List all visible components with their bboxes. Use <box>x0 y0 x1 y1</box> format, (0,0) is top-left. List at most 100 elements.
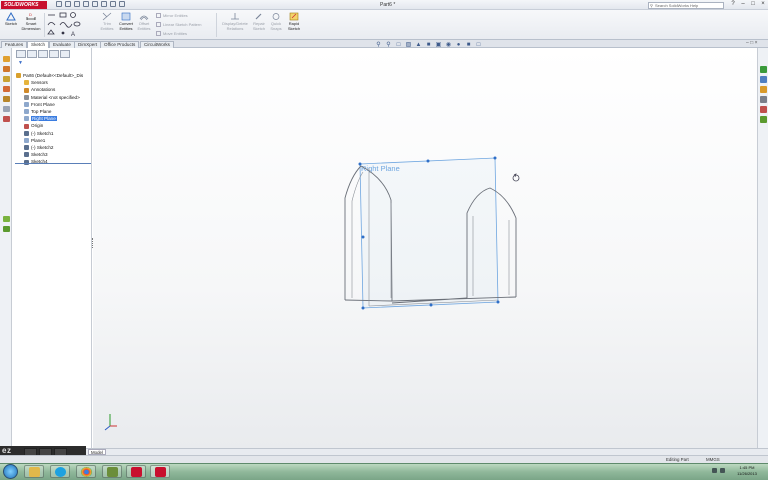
linear-pattern-button[interactable]: Linear Sketch Pattern <box>156 22 201 28</box>
network-icon[interactable] <box>712 468 717 473</box>
tree-item[interactable]: Material <not specified> <box>24 94 80 101</box>
start-button[interactable] <box>3 464 18 479</box>
taskbar-explorer[interactable] <box>24 465 44 478</box>
search-input[interactable]: ⚲ Search SolidWorks Help <box>648 2 724 9</box>
taskbar-skype[interactable] <box>50 465 70 478</box>
rebuild-icon[interactable] <box>110 1 116 7</box>
smart-dimension-icon[interactable] <box>3 56 10 62</box>
taskbar-chrome[interactable] <box>76 465 96 478</box>
taskbar-minecraft[interactable] <box>102 465 122 478</box>
display-manager-tab-icon[interactable] <box>60 50 70 58</box>
chamfer-icon[interactable] <box>3 96 10 102</box>
tab-evaluate[interactable]: Evaluate <box>49 41 75 48</box>
tab-dimxpert[interactable]: DimXpert <box>74 41 102 48</box>
tree-item-icon <box>24 102 29 108</box>
linear-pattern-icon <box>156 22 161 28</box>
apply-scene-icon[interactable]: ■ <box>465 42 472 49</box>
tree-item[interactable]: Top Plane <box>24 108 51 115</box>
dimxpert-tab-icon[interactable] <box>49 50 59 58</box>
graphics-area[interactable]: Right Plane <box>93 48 757 448</box>
tree-item[interactable]: (-) Sketch2 <box>24 144 53 151</box>
tree-item[interactable]: Part6 (Default<<Default>_Dis <box>16 72 83 79</box>
tree-item-icon <box>24 152 29 158</box>
new-document-icon[interactable] <box>56 1 62 7</box>
feature-manager-tab-icon[interactable] <box>16 50 26 58</box>
tree-item[interactable]: Sketch4 <box>24 158 48 165</box>
view-palette-icon[interactable] <box>760 96 767 103</box>
taskbar-solidworks-2[interactable] <box>150 465 170 478</box>
offset-entities-button[interactable]: Offset Entities <box>135 12 153 31</box>
display-relations-button[interactable]: Display/Delete Relations <box>219 12 251 31</box>
units-selector[interactable]: MMGS <box>706 457 720 462</box>
minimize-button[interactable]: – <box>738 1 748 8</box>
convert-entities-button[interactable]: Convert Entities <box>116 12 136 31</box>
tree-item[interactable]: Sensors <box>24 79 48 86</box>
repair-sketch-button[interactable]: Repair Sketch <box>251 12 267 31</box>
zoom-to-fit-icon[interactable]: ⚲ <box>375 42 382 49</box>
tab-features[interactable]: Features <box>1 41 28 48</box>
help-icon[interactable]: ? <box>728 1 738 8</box>
open-icon[interactable] <box>65 1 71 7</box>
zoom-to-area-icon[interactable]: ⚲ <box>385 42 392 49</box>
skype-icon <box>55 467 66 477</box>
tree-item-label: Sensors <box>31 80 48 86</box>
print-icon[interactable] <box>83 1 89 7</box>
tab-circuitworks[interactable]: CircuitWorks <box>140 41 174 48</box>
solidworks-resources-icon[interactable] <box>760 66 767 73</box>
tree-item[interactable]: Front Plane <box>24 101 55 108</box>
document-window-controls[interactable]: – □ × <box>746 40 758 46</box>
previous-view-icon[interactable]: □ <box>395 42 402 49</box>
trim-entities-button[interactable]: Trim Entities <box>97 12 117 31</box>
close-button[interactable]: × <box>758 1 768 8</box>
tree-item[interactable]: Sketch3 <box>24 151 48 158</box>
construction-icon[interactable] <box>3 106 10 112</box>
panel-tabs <box>16 50 70 58</box>
appearances-icon[interactable] <box>760 106 767 113</box>
system-clock[interactable]: 1:45 PM 11/26/2013 <box>730 465 764 476</box>
tree-item[interactable]: (-) Sketch1 <box>24 130 53 137</box>
model-viewport[interactable]: Right Plane <box>93 48 757 448</box>
filter-icon[interactable]: ▼ <box>18 60 23 66</box>
rollback-bar[interactable] <box>15 163 91 164</box>
design-library-icon[interactable] <box>760 76 767 83</box>
heads-up-view-toolbar: ⚲ ⚲ □ ▧ ▲ ■ ▣ ◉ ● ■ □ <box>375 42 482 50</box>
save-icon[interactable] <box>74 1 80 7</box>
options-icon[interactable] <box>119 1 125 7</box>
fix-icon[interactable] <box>3 226 10 232</box>
restore-button[interactable]: □ <box>748 1 758 8</box>
move-entities-button[interactable]: Move Entities <box>156 31 187 37</box>
smart-dimension-button[interactable]: D Smart Dimension <box>20 12 42 31</box>
custom-properties-icon[interactable] <box>760 116 767 123</box>
tree-item[interactable]: Plane1 <box>24 137 45 144</box>
ribbon-separator <box>216 13 217 37</box>
relation-icon[interactable] <box>3 76 10 82</box>
tree-item[interactable]: Right Plane <box>24 115 57 122</box>
solidworks-logo[interactable]: SOLIDWORKS <box>1 1 47 9</box>
sketch-button[interactable]: Sketch <box>3 12 19 27</box>
dynamic-annotation-icon[interactable]: ▲ <box>415 42 422 49</box>
select-icon[interactable] <box>101 1 107 7</box>
fillet-icon[interactable] <box>3 86 10 92</box>
tree-item[interactable]: Origin <box>24 122 43 129</box>
line-icon[interactable] <box>3 66 10 72</box>
tab-sketch[interactable]: Sketch <box>27 41 50 48</box>
add-relation-icon[interactable] <box>3 216 10 222</box>
view-orientation-icon[interactable]: ■ <box>425 42 432 49</box>
file-explorer-icon[interactable] <box>760 86 767 93</box>
undo-icon[interactable] <box>92 1 98 7</box>
property-manager-tab-icon[interactable] <box>27 50 37 58</box>
hide-show-items-icon[interactable]: ◉ <box>445 42 452 49</box>
edit-appearance-icon[interactable]: ● <box>455 42 462 49</box>
quick-snaps-button[interactable]: Quick Snaps <box>268 12 284 31</box>
configuration-manager-tab-icon[interactable] <box>38 50 48 58</box>
tree-item[interactable]: Annotations <box>24 86 55 93</box>
mirror-entities-button[interactable]: Mirror Entities <box>156 13 188 19</box>
display-style-icon[interactable]: ▣ <box>435 42 442 49</box>
tab-office-products[interactable]: Office Products <box>100 41 140 48</box>
rapid-sketch-button[interactable]: Rapid Sketch <box>285 12 303 31</box>
section-view-icon[interactable]: ▧ <box>405 42 412 49</box>
view-settings-icon[interactable]: □ <box>475 42 482 49</box>
volume-icon[interactable] <box>720 468 725 473</box>
hide-show-icon[interactable] <box>3 116 10 122</box>
taskbar-solidworks-1[interactable] <box>126 465 146 478</box>
